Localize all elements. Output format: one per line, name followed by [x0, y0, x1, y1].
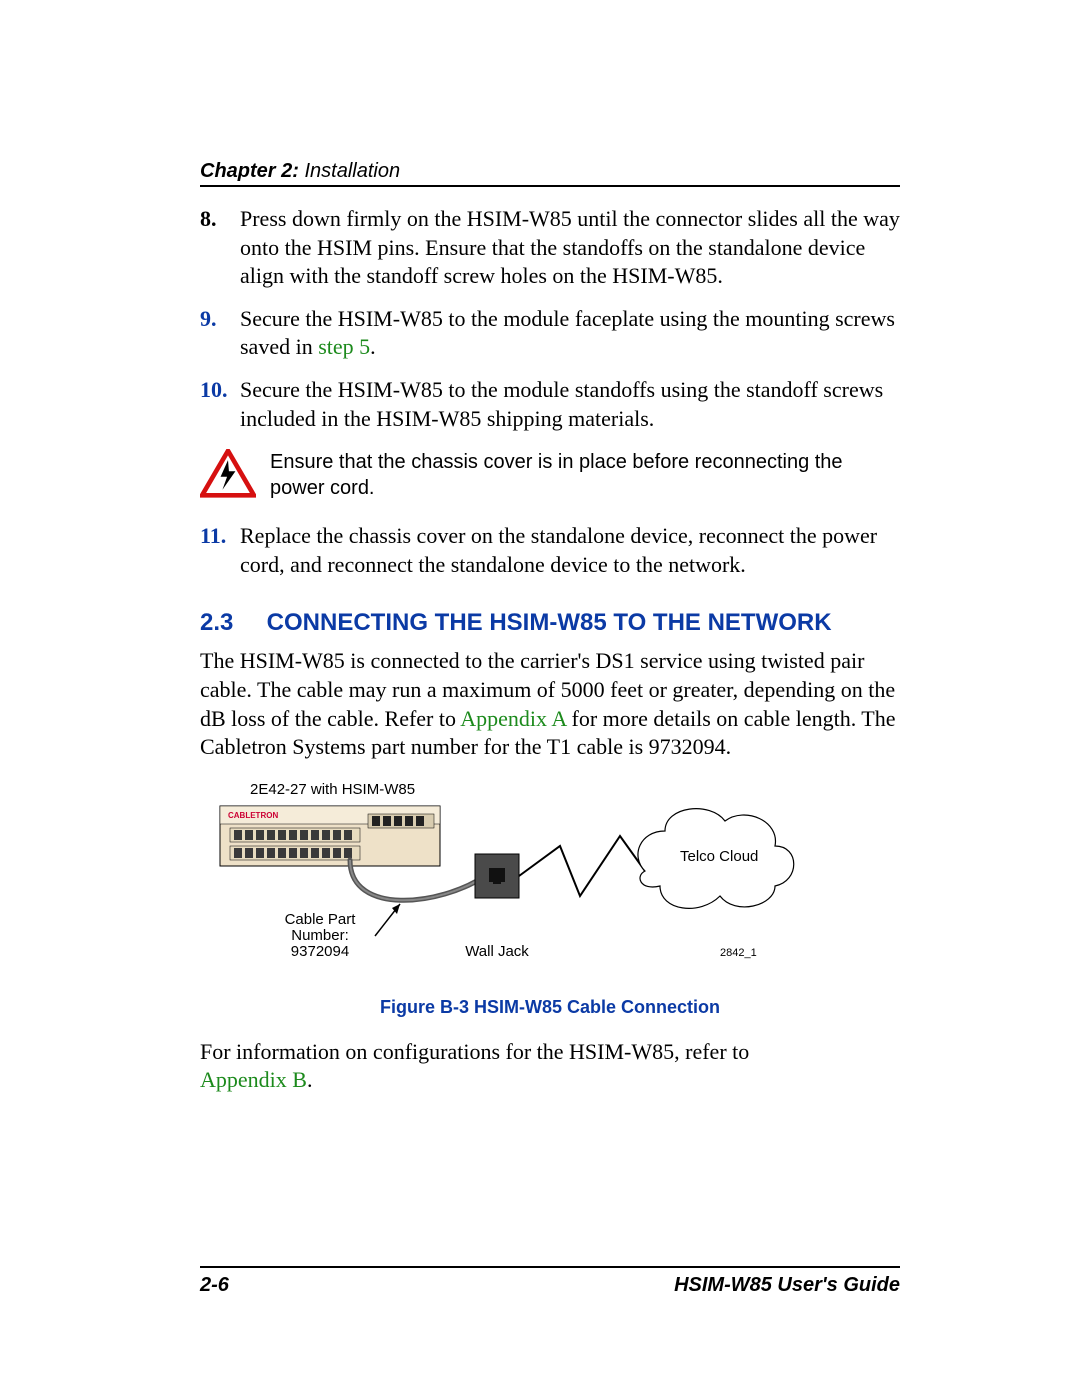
- footer-rule: [200, 1266, 900, 1268]
- step-text-after: .: [370, 334, 376, 359]
- running-header: Chapter 2: Installation: [200, 160, 900, 183]
- figure-caption: Figure B-3 HSIM-W85 Cable Connection: [200, 997, 900, 1018]
- step-number: 10.: [200, 376, 240, 433]
- step-9: 9. Secure the HSIM-W85 to the module fac…: [200, 305, 900, 362]
- step-text: Secure the HSIM-W85 to the module stando…: [240, 376, 900, 433]
- header-rule: [200, 185, 900, 187]
- electrical-hazard-icon: [200, 449, 256, 504]
- warning-text: Ensure that the chassis cover is in plac…: [270, 449, 900, 501]
- link-appendix-a[interactable]: Appendix A: [460, 706, 566, 731]
- closing-after: .: [307, 1067, 313, 1092]
- figure-walljack-label: Wall Jack: [465, 943, 529, 960]
- figure-refnum: 2842_1: [720, 947, 757, 959]
- link-appendix-b[interactable]: Appendix B: [200, 1067, 307, 1092]
- step-8: 8. Press down firmly on the HSIM-W85 unt…: [200, 205, 900, 291]
- step-number: 9.: [200, 305, 240, 362]
- document-page: Chapter 2: Installation 8. Press down fi…: [0, 0, 1080, 1397]
- section-paragraph: The HSIM-W85 is connected to the carrier…: [200, 647, 900, 761]
- page-footer: 2-6 HSIM-W85 User's Guide: [200, 1266, 900, 1297]
- step-number: 11.: [200, 522, 240, 579]
- step-10: 10. Secure the HSIM-W85 to the module st…: [200, 376, 900, 433]
- chapter-title: Installation: [304, 160, 400, 182]
- link-step5[interactable]: step 5: [318, 334, 370, 359]
- step-text: Replace the chassis cover on the standal…: [240, 522, 900, 579]
- figure-cable-label-3: 9372094: [291, 943, 349, 960]
- step-number: 8.: [200, 205, 240, 291]
- section-title-text: CONNECTING THE HSIM-W85 TO THE NETWORK: [267, 609, 832, 636]
- page-number: 2-6: [200, 1274, 229, 1297]
- step-text: Secure the HSIM-W85 to the module facepl…: [240, 305, 900, 362]
- closing-paragraph: For information on configurations for th…: [200, 1038, 900, 1095]
- section-number: 2.3: [200, 609, 260, 637]
- figure-cable-label-1: Cable Part: [285, 911, 357, 928]
- svg-text:CABLETRON: CABLETRON: [228, 811, 278, 820]
- figure-b3: 2E42-27 with HSIM-W85 CABLETRON: [200, 776, 900, 1018]
- guide-title: HSIM-W85 User's Guide: [674, 1274, 900, 1297]
- warning-callout: Ensure that the chassis cover is in plac…: [200, 449, 900, 504]
- step-text: Press down firmly on the HSIM-W85 until …: [240, 205, 900, 291]
- step-11: 11. Replace the chassis cover on the sta…: [200, 522, 900, 579]
- section-heading: 2.3 CONNECTING THE HSIM-W85 TO THE NETWO…: [200, 609, 900, 637]
- figure-cable-label-2: Number:: [291, 927, 349, 944]
- closing-before: For information on configurations for th…: [200, 1039, 749, 1064]
- figure-cloud-label: Telco Cloud: [680, 848, 758, 865]
- figure-device-label: 2E42-27 with HSIM-W85: [250, 781, 415, 798]
- chapter-label: Chapter 2:: [200, 160, 299, 182]
